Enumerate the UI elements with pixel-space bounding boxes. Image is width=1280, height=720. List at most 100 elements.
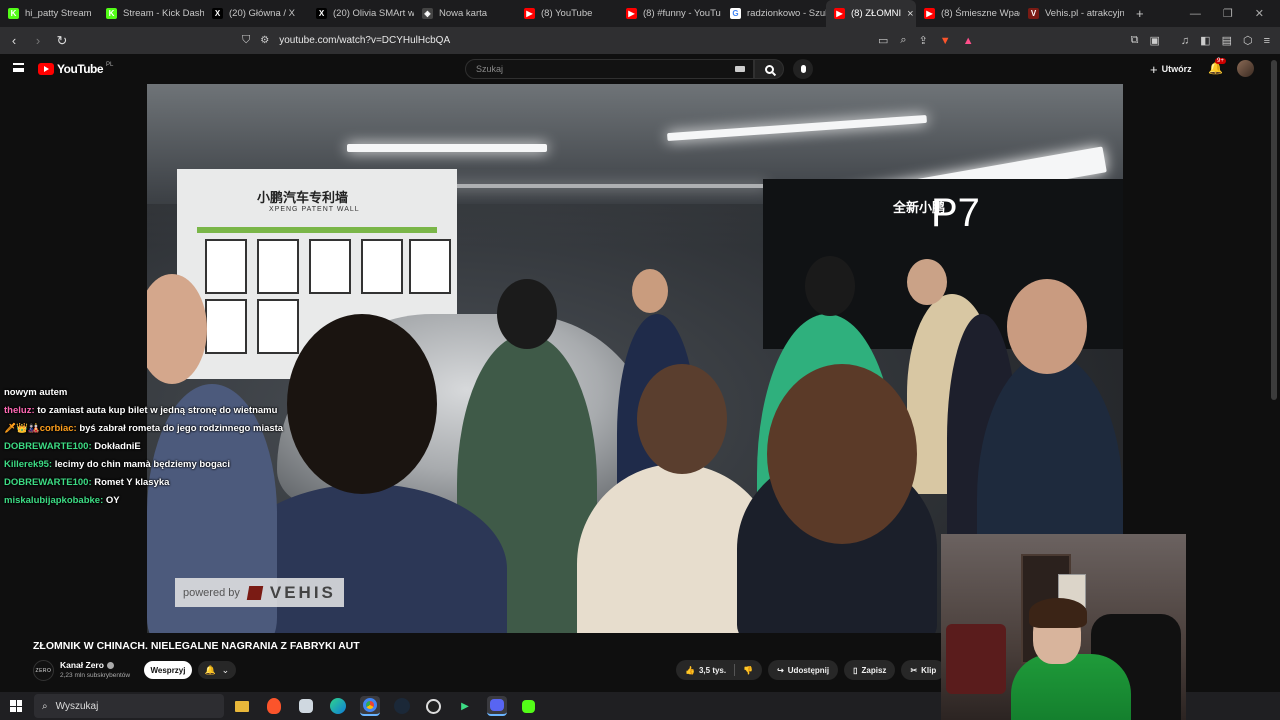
channel-name[interactable]: Kanał Zero (60, 660, 114, 670)
back-icon[interactable]: ‹ (4, 33, 24, 48)
menu-icon[interactable]: ≡ (1264, 35, 1270, 47)
vpn-icon[interactable]: ⬡ (1243, 34, 1253, 47)
hamburger-menu-icon[interactable] (13, 63, 24, 72)
bell-icon: 🔔 (204, 664, 217, 675)
taskbar-search[interactable]: ⌕ Wyszukaj (34, 694, 224, 718)
file-explorer-icon[interactable] (235, 700, 249, 712)
share-icon: ↪ (777, 665, 784, 675)
chat-text: lecimy do chin mamà będziemy bogaci (54, 459, 230, 470)
browser-tab[interactable]: X (20) Główna / X (204, 0, 308, 27)
windows-start-icon[interactable] (10, 700, 22, 712)
browser-tab[interactable]: Khi_patty Stream (0, 0, 98, 27)
powered-by-text: powered by (183, 586, 240, 599)
tab-favicon-icon: G (730, 8, 741, 19)
browser-tab[interactable]: K Stream - Kick Dash (98, 0, 204, 27)
share-label: Udostępnij (787, 665, 830, 675)
browser-tab[interactable]: ▶ (8) YouTube (516, 0, 618, 27)
tab-label: (8) YouTube (541, 8, 593, 19)
save-label: Zapisz (861, 665, 887, 675)
keyboard-icon[interactable] (735, 66, 745, 72)
support-button[interactable]: Wesprzyj (144, 661, 192, 679)
forward-icon[interactable]: › (28, 33, 48, 48)
verified-icon (106, 661, 114, 669)
close-icon[interactable]: ✕ (1255, 7, 1264, 20)
subscription-bell-button[interactable]: 🔔 ⌄ (198, 661, 236, 679)
tab-label: (20) Główna / X (229, 8, 295, 19)
chat-username: theluz: (4, 405, 35, 416)
browser-tab-strip: Khi_patty Stream K Stream - Kick Dash X (20)… (0, 0, 1280, 27)
webcam-overlay (941, 534, 1186, 720)
maximize-icon[interactable]: ❐ (1223, 7, 1233, 20)
obs-icon[interactable] (426, 698, 441, 714)
chat-message: Killerek95: lecimy do chin mamà będziemy… (4, 458, 304, 476)
browser-tab[interactable]: X (20) Olivia SMArt w (308, 0, 414, 27)
tab-favicon-icon: ◈ (422, 8, 433, 19)
thumbs-down-icon[interactable]: 👎 (743, 666, 753, 675)
chat-username: miskalubijapkobabke: (4, 495, 104, 506)
browser-tab[interactable]: ▶ (8) #funny - YouTu (618, 0, 722, 27)
media-player-icon[interactable]: ▶ (455, 696, 475, 716)
taskbar-apps: ▶ (232, 692, 538, 720)
discord-icon[interactable] (487, 696, 507, 716)
sidebar-icon[interactable]: ◧ (1200, 34, 1210, 47)
tab-label: radzionkowo - Szuk (747, 8, 826, 19)
chat-username: DOBREWARTE100: (4, 477, 92, 488)
channel-logo-text: ZERO (35, 667, 52, 674)
notifications-button[interactable]: 🔔 9+ (1208, 58, 1226, 75)
wallet-icon[interactable]: ▤ (1222, 34, 1232, 47)
browser-tab[interactable]: ▶ (8) Śmieszne Wpad (916, 0, 1020, 27)
share-icon[interactable]: ⇪ (919, 34, 928, 47)
save-button[interactable]: ▯ Zapisz (844, 660, 896, 680)
tab-favicon-icon: ▶ (924, 8, 935, 19)
chat-text: Romet Y klasyka (94, 477, 170, 488)
extensions-icon[interactable]: ⧉ (1131, 34, 1139, 47)
media-icon[interactable]: ♫ (1181, 35, 1189, 47)
youtube-logo[interactable]: YouTube PL (38, 62, 113, 76)
minimize-icon[interactable]: — (1190, 8, 1201, 20)
search-input[interactable]: Szukaj (465, 59, 754, 79)
tab-label: (8) ZŁOMNI (851, 8, 902, 19)
tab-label: Vehis.pl - atrakcyjn (1045, 8, 1124, 19)
share-button[interactable]: ↪ Udostępnij (768, 660, 839, 680)
brave-rewards-icon[interactable]: ▲ (963, 35, 974, 47)
account-avatar[interactable] (1237, 60, 1254, 77)
tab-close-icon[interactable]: × (907, 8, 913, 20)
brave-browser-icon[interactable] (267, 698, 281, 714)
new-tab-button[interactable]: + (1124, 0, 1156, 27)
brave-shield-icon[interactable]: ▼ (940, 35, 951, 47)
cast-icon[interactable]: ▭ (878, 34, 888, 47)
reload-icon[interactable]: ↻ (52, 33, 72, 49)
tab-favicon-icon: ▶ (626, 8, 637, 19)
youtube-play-icon (38, 63, 54, 75)
voice-search-button[interactable] (793, 59, 813, 79)
channel-avatar[interactable]: ZERO (33, 660, 54, 681)
chrome-icon[interactable] (360, 696, 380, 716)
create-button[interactable]: + Utwórz (1150, 60, 1192, 78)
chat-text: DokładniE (94, 441, 141, 452)
screenshot-icon[interactable]: ▣ (1150, 34, 1160, 47)
page-scrollbar[interactable] (1271, 60, 1277, 400)
tab-label: (20) Olivia SMArt w (333, 8, 414, 19)
url-text[interactable]: youtube.com/watch?v=DCYHulHcbQA (279, 35, 450, 46)
stream-app-icon[interactable] (522, 699, 535, 713)
search-button[interactable] (754, 59, 784, 79)
browser-tab[interactable]: ▶ (8) ZŁOMNI × (826, 0, 916, 27)
like-button[interactable]: 👍 3,5 tys. 👎 (676, 660, 763, 680)
chat-message: nowym autem (4, 386, 304, 404)
chat-message: 🗡👑🎎corbiac: byś zabrał rometa do jego ro… (4, 422, 304, 440)
country-code: PL (106, 62, 114, 68)
steam-icon[interactable] (394, 698, 410, 714)
tab-favicon-icon: V (1028, 8, 1039, 19)
chat-username: Killerek95: (4, 459, 53, 470)
like-divider (734, 664, 736, 676)
site-info-icon[interactable]: ⚙ (260, 35, 269, 46)
scissors-icon: ✂ (910, 665, 918, 675)
clip-button[interactable]: ✂ Klip (901, 660, 946, 680)
browser-tab[interactable]: Gradzionkowo - Szuk (722, 0, 826, 27)
browser-tab[interactable]: ◈ Nowa karta (414, 0, 516, 27)
bookmark-icon[interactable]: ⛉ (242, 34, 250, 47)
browser-tab[interactable]: V Vehis.pl - atrakcyjn (1020, 0, 1124, 27)
zoom-icon[interactable]: ⌕ (900, 34, 906, 47)
edge-browser-icon[interactable] (330, 698, 346, 714)
store-icon[interactable] (299, 699, 313, 713)
